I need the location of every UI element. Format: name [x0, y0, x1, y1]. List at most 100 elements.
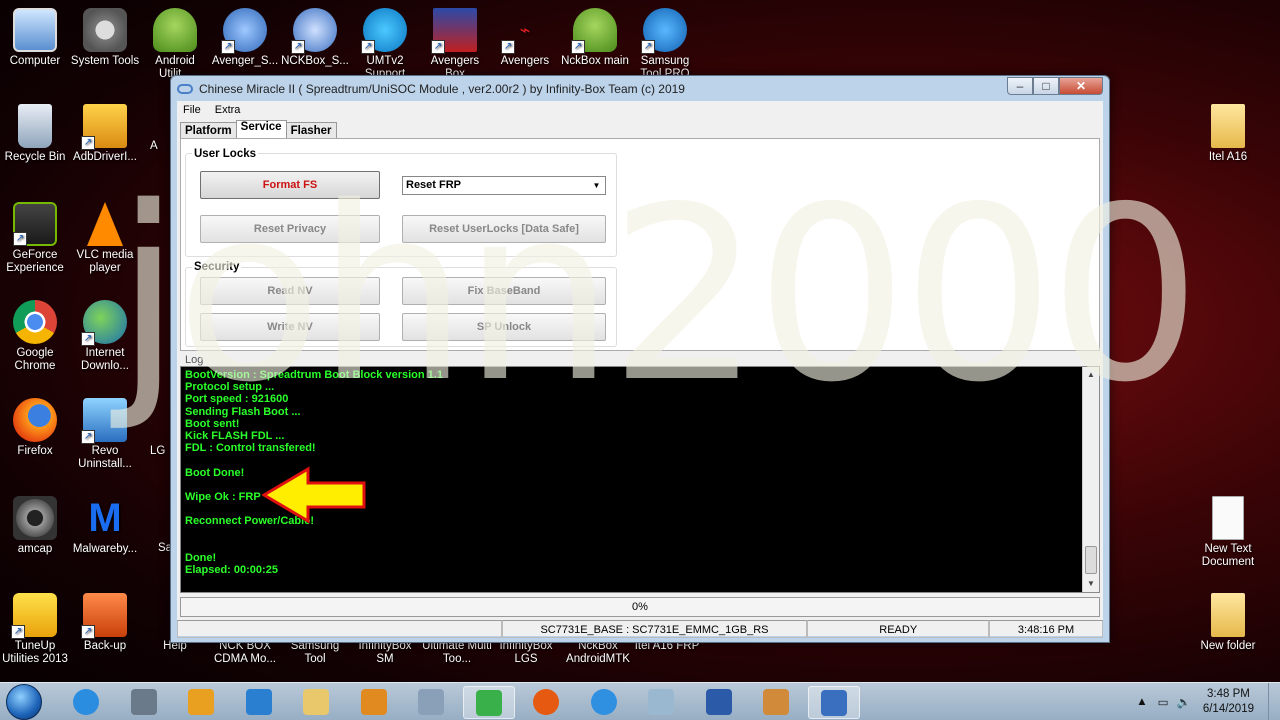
desktop-icon-revo[interactable]: ↗ Revo Uninstall...	[70, 398, 140, 471]
taskbar-app[interactable]	[807, 686, 860, 719]
desktop-icon-label: NckBox AndroidMTK	[566, 640, 630, 665]
desktop-icon-nckbox-main[interactable]: ↗ NckBox main	[560, 8, 630, 68]
desktop-icon-itel-a16[interactable]: Itel A16	[1193, 104, 1263, 164]
tools-icon: ↗	[361, 8, 407, 54]
desktop-icon-avenger-s[interactable]: ↗ Avenger_S...	[210, 8, 280, 68]
desktop-icon-firefox[interactable]: Firefox	[0, 398, 70, 458]
desktop-icon-new-folder[interactable]: New folder	[1193, 593, 1263, 653]
taskbar-app[interactable]	[118, 686, 170, 719]
desktop-icon-internet-download[interactable]: ↗ Internet Downlo...	[70, 300, 140, 373]
desktop-icon-geforce[interactable]: ↗ GeForce Experience	[0, 202, 70, 275]
taskbar-app[interactable]	[405, 686, 457, 719]
desktop-icon-recycle-bin[interactable]: Recycle Bin	[0, 104, 70, 164]
shortcut-arrow-icon: ↗	[501, 40, 515, 54]
reset-userlocks-button[interactable]: Reset UserLocks [Data Safe]	[402, 215, 606, 243]
status-bar: SC7731E_BASE : SC7731E_EMMC_1GB_RS READY…	[177, 620, 1103, 638]
close-button[interactable]: ✕	[1059, 77, 1103, 95]
read-nv-button[interactable]: Read NV	[200, 277, 380, 305]
desktop-icon-samsung-tool-pro[interactable]: ↗ Samsung Tool PRO	[630, 8, 700, 81]
shortcut-arrow-icon: ↗	[13, 232, 27, 246]
desktop-icon-label: NCK BOX CDMA Mo...	[214, 640, 276, 665]
phone-shield-icon: ↗	[291, 8, 337, 54]
taskbar-app[interactable]	[462, 686, 515, 719]
taskbar-app[interactable]	[348, 686, 400, 719]
tab-service[interactable]: Service	[235, 120, 287, 140]
desktop-icon-new-text-document[interactable]: New Text Document	[1193, 496, 1263, 569]
shortcut-arrow-icon: ↗	[11, 625, 25, 639]
taskbar-app[interactable]	[233, 686, 285, 719]
window-controls: – □ ✕	[1007, 77, 1103, 95]
desktop-icon-infinitybox-lgs[interactable]: InfinityBox LGS	[491, 640, 561, 666]
scroll-thumb[interactable]	[1085, 546, 1097, 574]
desktop-icon-android-utility[interactable]: Android Utilit...	[140, 8, 210, 81]
show-desktop-button[interactable]	[1268, 683, 1280, 720]
log-line: Protocol setup ...	[185, 381, 275, 394]
status-empty	[177, 620, 502, 638]
window-titlebar[interactable]: Chinese Miracle II ( Spreadtrum/UniSOC M…	[171, 76, 1109, 101]
desktop-icon-label: Avengers	[500, 55, 550, 67]
app-icon	[130, 689, 157, 715]
shortcut-arrow-icon: ↗	[571, 40, 585, 54]
desktop-icon-infinitybox-sm[interactable]: InfinityBox SM	[350, 640, 420, 666]
desktop-icon-nck-cdma[interactable]: NCK BOX CDMA Mo...	[210, 640, 280, 666]
desktop-icon-nckbox-s[interactable]: ↗ NCKBox_S...	[280, 8, 350, 68]
desktop-icon-label: New folder	[1200, 640, 1256, 652]
start-button[interactable]	[6, 684, 42, 720]
volume-icon[interactable]: 🔈	[1177, 695, 1191, 709]
desktop-icon-vlc[interactable]: VLC media player	[70, 202, 140, 275]
desktop-icon-tuneup[interactable]: ↗ TuneUp Utilities 2013	[0, 593, 70, 666]
shortcut-arrow-icon: ↗	[81, 332, 95, 346]
taskbar-app[interactable]	[60, 686, 112, 719]
desktop-icon-computer[interactable]: Computer	[0, 8, 70, 68]
android-shield-icon: ↗	[571, 8, 617, 54]
status-state: READY	[807, 620, 990, 638]
write-nv-button[interactable]: Write NV	[200, 313, 380, 341]
menu-file[interactable]: File	[183, 104, 201, 116]
desktop-icon-samsung-tool[interactable]: Samsung Tool	[280, 640, 350, 666]
taskbar-app[interactable]	[635, 686, 687, 719]
app2-icon	[475, 690, 502, 716]
minimize-button[interactable]: –	[1007, 77, 1033, 95]
backup-drive-icon: ↗	[81, 593, 127, 639]
spd-icon	[820, 690, 847, 716]
reset-privacy-button[interactable]: Reset Privacy	[200, 215, 380, 243]
maximize-button[interactable]: □	[1033, 77, 1059, 95]
clock[interactable]: 3:48 PM 6/14/2019	[1203, 687, 1254, 717]
taskbar-app[interactable]	[693, 686, 745, 719]
format-fs-button[interactable]: Format FS	[200, 171, 380, 199]
explorer-icon	[303, 689, 329, 715]
desktop-icon-label: Itel A16	[1208, 151, 1248, 163]
progress-bar: 0%	[180, 597, 1100, 617]
log-scrollbar[interactable]: ▲ ▼	[1082, 367, 1099, 592]
taskbar-app[interactable]	[750, 686, 802, 719]
taskbar-app[interactable]	[290, 686, 342, 719]
sp-unlock-button[interactable]: SP Unlock	[402, 313, 606, 341]
taskbar-app[interactable]	[578, 686, 630, 719]
desktop-icon-adbdriver[interactable]: ↗ AdbDriverI...	[70, 104, 140, 164]
desktop-icon-umtv2[interactable]: ↗ UMTv2 Support	[350, 8, 420, 81]
desktop-icon-nckbox-androidmtk[interactable]: NckBox AndroidMTK	[562, 640, 634, 666]
desktop-icon-label: Computer	[9, 55, 61, 67]
desktop-icon-ultimate[interactable]: Ultimate Multi Too...	[420, 640, 494, 666]
taskbar-app[interactable]	[175, 686, 227, 719]
desktop-icon-amcap[interactable]: amcap	[0, 496, 70, 556]
desktop-icon-avengers[interactable]: ⌁ ↗ Avengers	[490, 8, 560, 68]
desktop-icon-backup[interactable]: ↗ Back-up	[70, 593, 140, 653]
desktop-icon-avengers-box[interactable]: ↗ Avengers Box	[420, 8, 490, 81]
network-icon[interactable]: ▭	[1158, 695, 1169, 709]
geforce-icon: ↗	[13, 202, 57, 246]
desktop-icon-malwarebytes[interactable]: M Malwareby...	[70, 496, 140, 556]
fix-baseband-button[interactable]: Fix BaseBand	[402, 277, 606, 305]
installer-icon: ↗	[81, 104, 127, 150]
reset-frp-select[interactable]: Reset FRP ▼	[402, 176, 606, 195]
taskbar-app[interactable]	[520, 686, 572, 719]
menu-extra[interactable]: Extra	[215, 104, 241, 116]
scroll-down-icon[interactable]: ▼	[1083, 576, 1099, 592]
tray-expand-icon[interactable]: ▲	[1136, 696, 1147, 708]
scroll-up-icon[interactable]: ▲	[1083, 367, 1099, 383]
desktop-icon-system-tools[interactable]: System Tools	[70, 8, 140, 68]
desktop-icon-google-chrome[interactable]: Google Chrome	[0, 300, 70, 373]
status-device: SC7731E_BASE : SC7731E_EMMC_1GB_RS	[501, 620, 808, 638]
